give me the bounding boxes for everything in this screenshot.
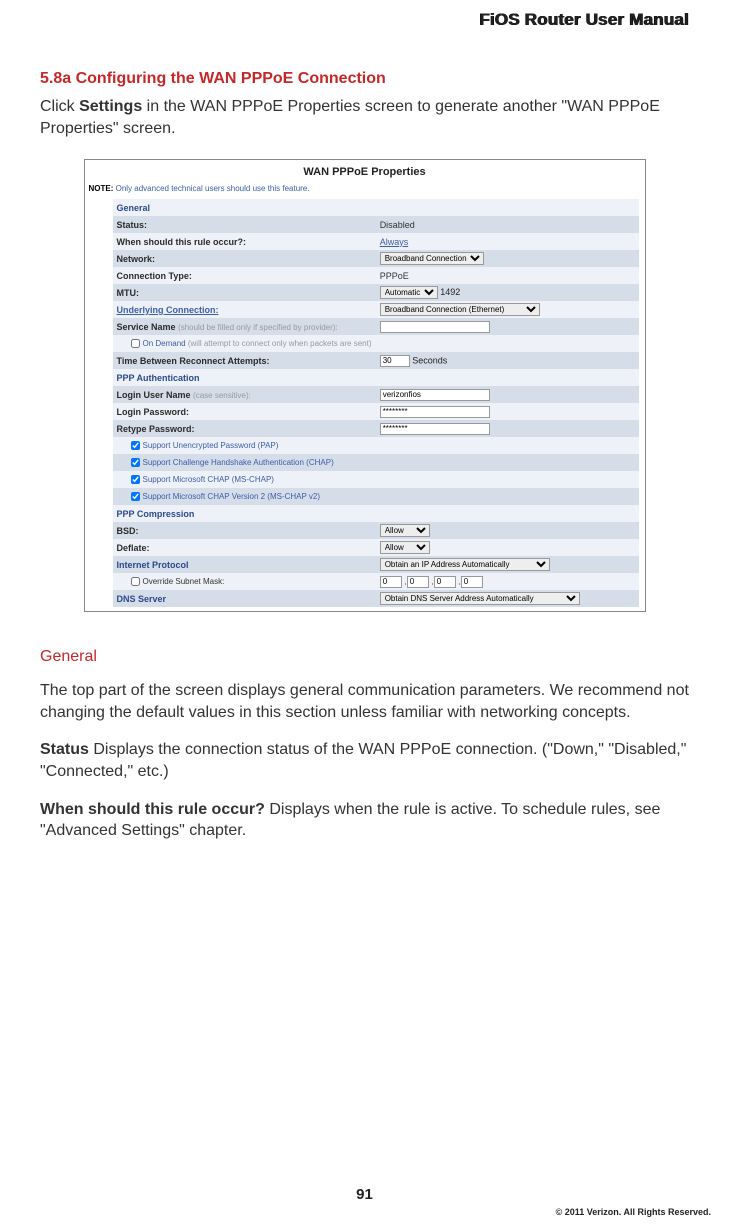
login-pass-input[interactable] <box>380 406 490 418</box>
status-para: Status Displays the connection status of… <box>40 739 689 782</box>
service-label: Service Name (should be filled only if s… <box>113 318 376 335</box>
section-heading: 5.8a Configuring the WAN PPPoE Connectio… <box>40 70 689 88</box>
section-ip: Internet Protocol <box>113 556 376 573</box>
screenshot-title: WAN PPPoE Properties <box>85 160 645 182</box>
section-general: General <box>113 199 639 216</box>
ondemand-label: On Demand <box>143 339 188 348</box>
reconnect-input[interactable] <box>380 355 410 367</box>
pap-label: Support Unencrypted Password (PAP) <box>143 441 279 450</box>
bsd-select[interactable]: Allow <box>380 524 430 537</box>
status-label: Status: <box>113 216 376 233</box>
subnet-oct2[interactable] <box>407 576 429 588</box>
mschap-check[interactable] <box>131 475 140 484</box>
mschap2-label: Support Microsoft CHAP Version 2 (MS-CHA… <box>143 492 321 501</box>
section-ppp-auth: PPP Authentication <box>113 369 639 386</box>
status-value: Disabled <box>376 216 639 233</box>
properties-screenshot: WAN PPPoE Properties NOTE: Only advanced… <box>84 159 646 612</box>
when-para: When should this rule occur? Displays wh… <box>40 799 689 842</box>
page-number: 91 <box>0 1186 729 1203</box>
intro-paragraph: Click Settings in the WAN PPPoE Properti… <box>40 96 689 139</box>
note-label: NOTE: <box>89 184 114 193</box>
deflate-select[interactable]: Allow <box>380 541 430 554</box>
bsd-label: BSD: <box>113 522 376 539</box>
mschap-label: Support Microsoft CHAP (MS-CHAP) <box>143 475 274 484</box>
subnet-oct1[interactable] <box>380 576 402 588</box>
login-pass-label: Login Password: <box>113 403 376 420</box>
general-para: The top part of the screen displays gene… <box>40 680 689 723</box>
ondemand-hint: (will attempt to connect only when packe… <box>188 339 372 348</box>
underlying-select[interactable]: Broadband Connection (Ethernet) <box>380 303 540 316</box>
general-heading: General <box>40 648 689 666</box>
retype-input[interactable] <box>380 423 490 435</box>
when-value-link[interactable]: Always <box>380 237 409 247</box>
subnet-oct3[interactable] <box>434 576 456 588</box>
intro-pre: Click <box>40 98 79 115</box>
service-input[interactable] <box>380 321 490 333</box>
network-select[interactable]: Broadband Connection <box>380 252 484 265</box>
intro-bold: Settings <box>79 98 142 115</box>
section-ppp-comp: PPP Compression <box>113 505 639 522</box>
ip-select[interactable]: Obtain an IP Address Automatically <box>380 558 550 571</box>
subnet-octets: . . . <box>376 573 639 590</box>
mtu-label: MTU: <box>113 284 376 301</box>
status-text: Displays the connection status of the WA… <box>40 741 686 780</box>
note-text: Only advanced technical users should use… <box>113 184 309 193</box>
reconnect-unit: Seconds <box>412 355 447 365</box>
ondemand-check[interactable] <box>131 339 140 348</box>
section-dns: DNS Server <box>113 590 376 607</box>
chap-check[interactable] <box>131 458 140 467</box>
subnet-oct4[interactable] <box>461 576 483 588</box>
status-bold: Status <box>40 741 89 758</box>
subnet-label: Override Subnet Mask: <box>143 577 225 586</box>
mschap2-check[interactable] <box>131 492 140 501</box>
when-label: When should this rule occur?: <box>113 233 376 250</box>
retype-label: Retype Password: <box>113 420 376 437</box>
conn-type-label: Connection Type: <box>113 267 376 284</box>
mtu-select[interactable]: Automatic <box>380 286 438 299</box>
network-label: Network: <box>113 250 376 267</box>
login-user-label: Login User Name (case sensitive): <box>113 386 376 403</box>
login-user-input[interactable] <box>380 389 490 401</box>
properties-table: General Status:Disabled When should this… <box>113 199 639 607</box>
copyright: © 2011 Verizon. All Rights Reserved. <box>556 1207 711 1217</box>
subnet-check[interactable] <box>131 577 140 586</box>
reconnect-label: Time Between Reconnect Attempts: <box>113 352 376 369</box>
pap-check[interactable] <box>131 441 140 450</box>
screenshot-note: NOTE: Only advanced technical users shou… <box>85 182 645 199</box>
chap-label: Support Challenge Handshake Authenticati… <box>143 458 334 467</box>
deflate-label: Deflate: <box>113 539 376 556</box>
manual-header: FiOS Router User Manual <box>40 0 689 70</box>
when-bold: When should this rule occur? <box>40 801 265 818</box>
dns-select[interactable]: Obtain DNS Server Address Automatically <box>380 592 580 605</box>
underlying-link[interactable]: Underlying Connection: <box>113 301 376 318</box>
conn-type-value: PPPoE <box>376 267 639 284</box>
mtu-num: 1492 <box>440 287 460 297</box>
